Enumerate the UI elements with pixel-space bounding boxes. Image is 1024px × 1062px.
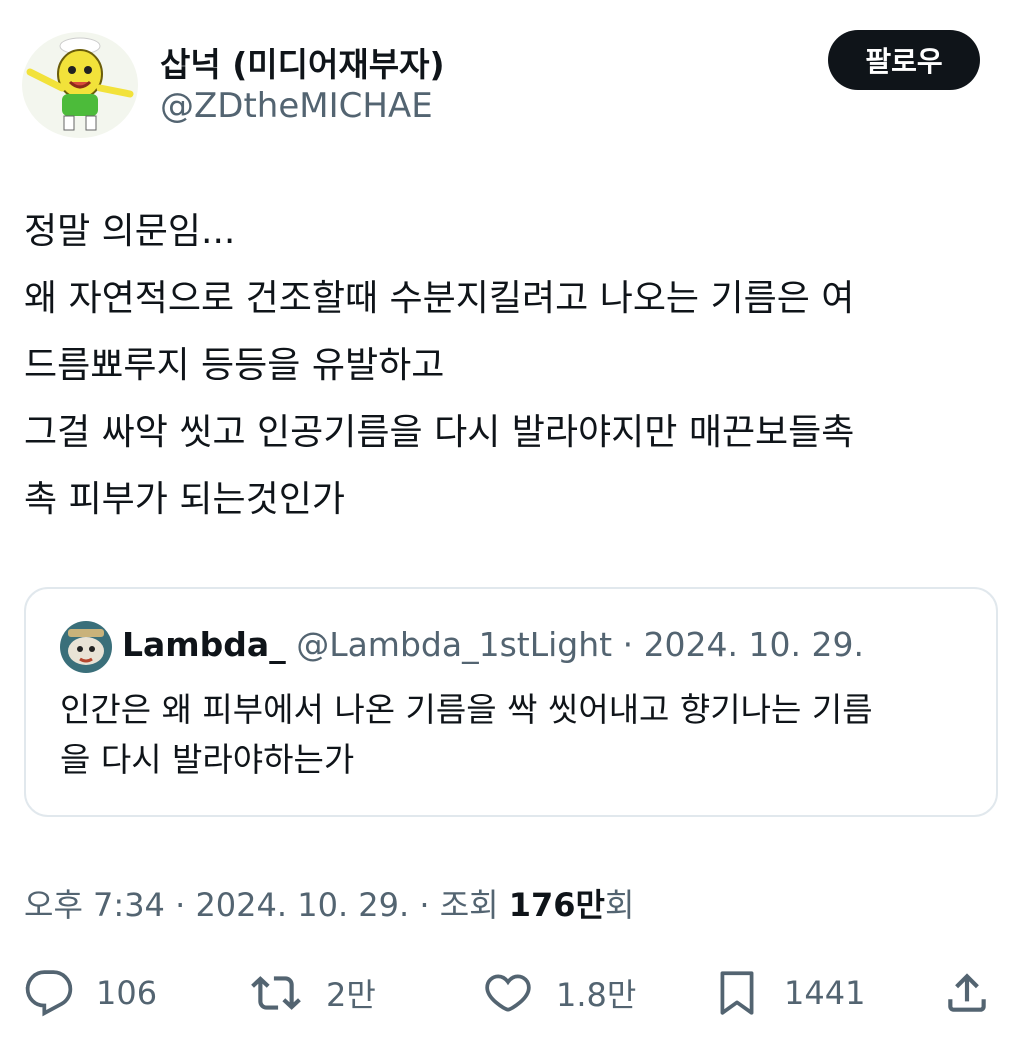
quoted-text: 인간은 왜 피부에서 나온 기름을 싹 씻어내고 향기나는 기름 을 다시 발라… — [60, 685, 970, 785]
quoted-line: 인간은 왜 피부에서 나온 기름을 싹 씻어내고 향기나는 기름 — [60, 690, 873, 729]
quoted-display-name: Lambda_ — [122, 625, 286, 664]
quoted-author-avatar — [60, 621, 112, 673]
author-handle[interactable]: @ZDtheMICHAE — [160, 86, 433, 126]
tweet-line: 드름뾰루지 등등을 유발하고 — [24, 345, 445, 386]
quoted-date: 2024. 10. 29. — [643, 625, 864, 664]
reply-icon — [25, 970, 73, 1017]
quoted-line: 을 다시 발라야하는가 — [60, 740, 355, 779]
retweet-count: 2만 — [326, 976, 376, 1014]
share-icon — [948, 973, 986, 1012]
retweet-icon — [251, 976, 301, 1010]
quoted-handle: @Lambda_1stLight — [296, 625, 613, 664]
tweet-date[interactable]: 2024. 10. 29. — [195, 886, 409, 924]
heart-icon — [485, 974, 531, 1012]
share-button[interactable] — [942, 958, 992, 1028]
quoted-tweet-card[interactable]: Lambda_ @Lambda_1stLight · 2024. 10. 29.… — [24, 587, 998, 817]
tweet-time[interactable]: 오후 7:34 — [24, 886, 165, 924]
bookmark-icon — [720, 971, 754, 1015]
meta-separator: · — [419, 886, 430, 924]
quoted-separator: · — [622, 625, 634, 664]
tweet-line: 촉 피부가 되는것인가 — [24, 479, 345, 520]
like-button[interactable]: 1.8만 — [482, 958, 636, 1028]
tweet-meta: 오후 7:34 · 2024. 10. 29. · 조회 176만회 — [24, 880, 634, 926]
views-label: 조회 — [439, 886, 499, 924]
tweet-line: 정말 의문임... — [24, 211, 236, 252]
bookmark-button[interactable]: 1441 — [712, 958, 865, 1028]
cartoon-mascot-avatar-icon — [22, 32, 138, 138]
author-avatar[interactable] — [22, 32, 138, 138]
tweet-text: 정말 의문임... 왜 자연적으로 건조할때 수분지킬려고 나오는 기름은 여 … — [24, 198, 1004, 533]
tweet-line: 왜 자연적으로 건조할때 수분지킬려고 나오는 기름은 여 — [24, 278, 855, 319]
bookmark-count: 1441 — [784, 974, 866, 1012]
tweet-line: 그걸 싸악 씻고 인공기름을 다시 발라야지만 매끈보들촉 — [24, 412, 855, 453]
quoted-header: Lambda_ @Lambda_1stLight · 2024. 10. 29. — [122, 625, 864, 664]
views-count: 176만 — [508, 886, 605, 924]
follow-button[interactable]: 팔로우 — [828, 30, 980, 90]
author-display-name[interactable]: 삽넉 (미디어재부자) — [160, 38, 445, 86]
like-count: 1.8만 — [556, 976, 637, 1014]
action-bar: 106 2만 1.8만 1441 — [0, 958, 1024, 1028]
retweet-button[interactable]: 2만 — [248, 958, 376, 1028]
reply-count: 106 — [96, 974, 158, 1012]
reply-button[interactable]: 106 — [24, 958, 157, 1028]
views-suffix: 회 — [605, 886, 635, 924]
meta-separator: · — [175, 886, 186, 924]
lambda-avatar-icon — [60, 621, 112, 673]
